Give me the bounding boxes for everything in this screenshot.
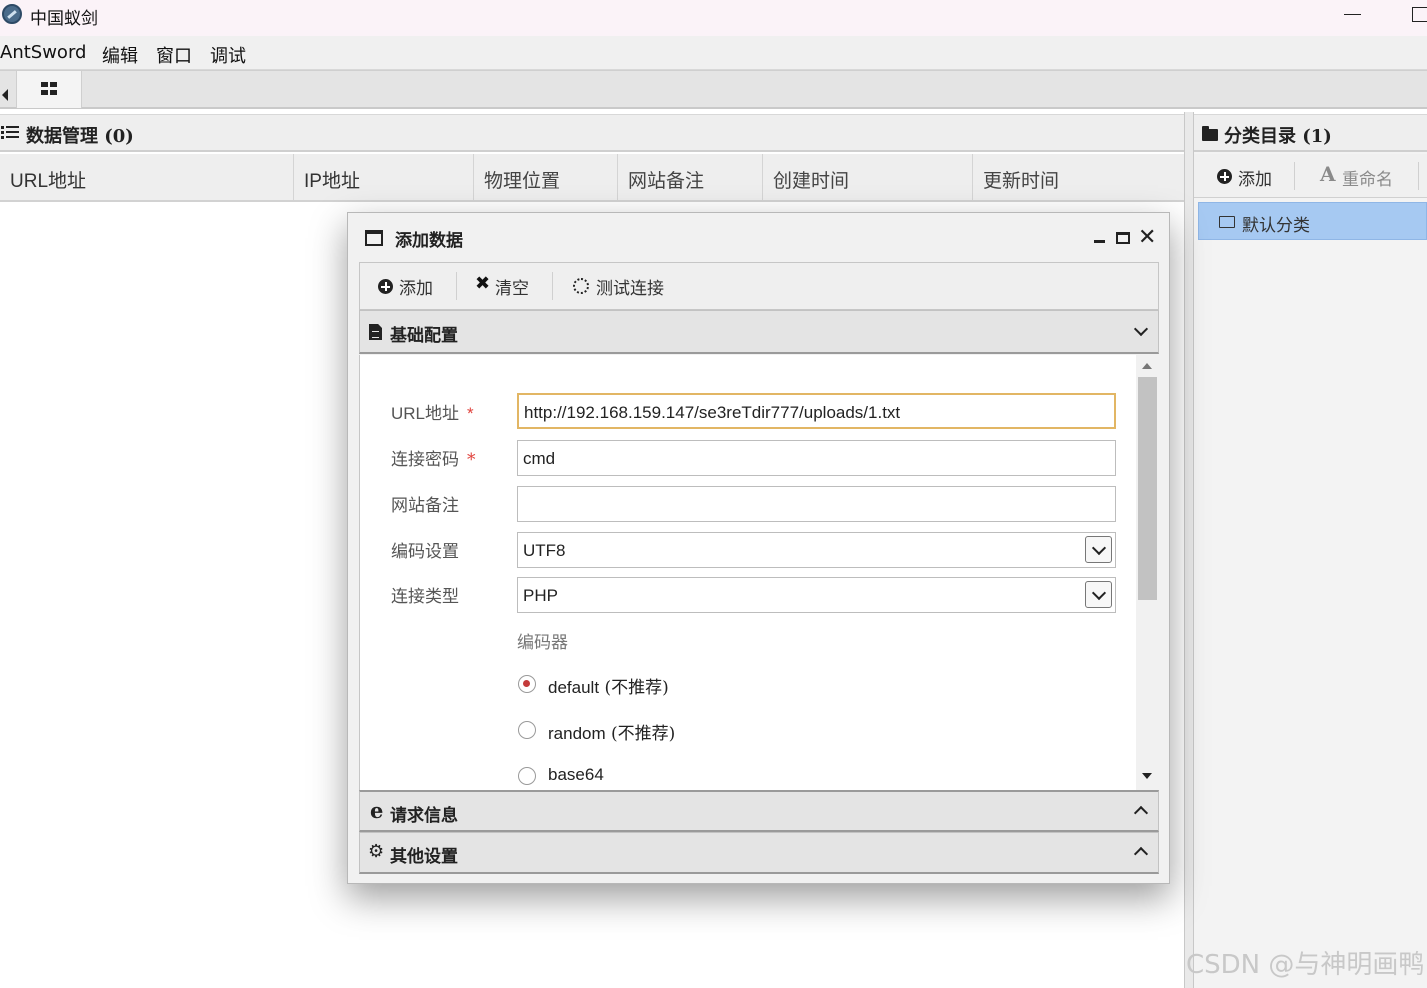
- chevron-down-icon[interactable]: [1085, 581, 1112, 608]
- category-rename-button[interactable]: A 重命名: [1312, 154, 1417, 198]
- dialog-clear-label: 清空: [495, 279, 529, 299]
- data-panel-header: 数据管理 (0): [0, 114, 1185, 152]
- section-request-info[interactable]: e 请求信息: [359, 790, 1159, 832]
- maximize-window-button[interactable]: [1412, 7, 1427, 22]
- menu-edit[interactable]: 编辑: [102, 42, 138, 68]
- note-field[interactable]: [517, 486, 1116, 522]
- file-text-icon: [369, 324, 382, 340]
- dialog-close-button[interactable]: ✕: [1138, 225, 1156, 250]
- tab-home[interactable]: [16, 71, 82, 108]
- encoder-random-radio[interactable]: [518, 721, 536, 739]
- internet-explorer-icon: e: [370, 798, 384, 823]
- dialog-add-label: 添加: [399, 279, 433, 299]
- title-bar: 中国蚁剑: [0, 0, 1427, 36]
- dialog-toolbar: 添加 ✖ 清空 测试连接: [359, 262, 1159, 310]
- toolbar-divider: [552, 272, 553, 300]
- column-note[interactable]: 网站备注: [618, 154, 763, 200]
- menu-bar: AntSword 编辑 窗口 调试: [0, 36, 1427, 70]
- window-icon: [365, 230, 383, 246]
- minimize-window-button[interactable]: [1344, 4, 1364, 24]
- dialog-clear-button[interactable]: ✖ 清空: [465, 263, 550, 309]
- dialog-minimize-button[interactable]: [1094, 240, 1105, 243]
- tab-strip: [0, 70, 1427, 109]
- category-panel: 分类目录 (1) 添加 A 重命名 默认分类: [1194, 114, 1427, 988]
- connection-type-value: PHP: [523, 586, 558, 605]
- antsword-logo-icon: [2, 4, 22, 24]
- column-created[interactable]: 创建时间: [763, 154, 973, 200]
- basic-config-form: URL地址 * http://192.168.159.147/se3reTdir7…: [359, 355, 1159, 790]
- plus-circle-icon: [1217, 169, 1232, 184]
- add-data-dialog: 添加数据 ✕ 添加 ✖ 清空 测试连接 基础配置 URL地址 * http://1…: [347, 212, 1170, 884]
- category-item-label: 默认分类: [1242, 216, 1310, 236]
- encoder-random-label[interactable]: random (不推荐): [548, 719, 675, 744]
- chevron-up-icon: [1133, 805, 1149, 821]
- toolbar-divider: [456, 272, 457, 300]
- dialog-title: 添加数据: [395, 231, 463, 251]
- table-header: URL地址 IP地址 物理位置 网站备注 创建时间 更新时间: [0, 154, 1185, 202]
- window-title: 中国蚁剑: [30, 9, 98, 29]
- category-item-default[interactable]: 默认分类: [1198, 202, 1427, 240]
- form-scrollbar[interactable]: [1136, 355, 1159, 790]
- chevron-down-icon: [1133, 321, 1149, 337]
- toolbar-divider: [1418, 162, 1419, 190]
- section-request-title: 请求信息: [390, 806, 458, 826]
- category-toolbar: 添加 A 重命名: [1194, 154, 1427, 198]
- column-ip[interactable]: IP地址: [294, 154, 474, 200]
- category-add-button[interactable]: 添加: [1208, 154, 1294, 198]
- encoder-label: 编码器: [517, 633, 568, 653]
- chevron-up-icon: [1133, 846, 1149, 862]
- section-basic-title: 基础配置: [390, 326, 458, 346]
- test-connection-button[interactable]: 测试连接: [560, 263, 680, 309]
- category-panel-header: 分类目录 (1): [1194, 114, 1427, 152]
- cogs-icon: ⚙: [368, 841, 385, 862]
- category-panel-title: 分类目录 (1): [1224, 126, 1332, 147]
- plus-circle-icon: [378, 279, 393, 294]
- encoding-label: 编码设置: [391, 542, 459, 562]
- category-rename-label: 重命名: [1342, 170, 1393, 190]
- encoding-select-value: UTF8: [523, 541, 566, 560]
- password-label: 连接密码 *: [391, 450, 476, 470]
- encoder-base64-label[interactable]: base64: [548, 765, 604, 785]
- panel-splitter[interactable]: [1184, 112, 1194, 988]
- password-field[interactable]: cmd: [517, 440, 1116, 476]
- watermark: CSDN @与神明画鸭: [1186, 950, 1425, 980]
- dialog-maximize-button[interactable]: [1116, 232, 1130, 244]
- font-icon: A: [1320, 162, 1336, 186]
- url-label: URL地址 *: [391, 404, 474, 423]
- folder-icon: [1202, 126, 1218, 141]
- grid-icon: [41, 82, 58, 96]
- scroll-up-icon[interactable]: [1142, 363, 1152, 369]
- menu-antsword[interactable]: AntSword: [0, 42, 86, 63]
- encoder-default-label[interactable]: default (不推荐): [548, 673, 669, 698]
- column-location[interactable]: 物理位置: [474, 154, 618, 200]
- tab-scroll-left-icon[interactable]: [2, 89, 8, 101]
- url-field[interactable]: http://192.168.159.147/se3reTdir777/uplo…: [517, 393, 1116, 429]
- section-basic-config[interactable]: 基础配置: [359, 310, 1159, 354]
- column-url[interactable]: URL地址: [0, 154, 294, 200]
- column-updated[interactable]: 更新时间: [973, 154, 1185, 200]
- type-label: 连接类型: [391, 587, 459, 607]
- chevron-down-icon[interactable]: [1085, 536, 1112, 563]
- spinner-icon: [573, 278, 589, 294]
- connection-type-select[interactable]: PHP: [517, 577, 1116, 613]
- encoder-base64-radio[interactable]: [518, 767, 536, 785]
- encoding-select[interactable]: UTF8: [517, 532, 1116, 568]
- menu-window[interactable]: 窗口: [156, 42, 192, 68]
- list-icon: [1, 126, 19, 140]
- scroll-thumb[interactable]: [1138, 377, 1157, 600]
- folder-open-icon: [1219, 216, 1235, 228]
- scroll-down-icon[interactable]: [1142, 773, 1152, 779]
- encoder-default-radio[interactable]: [518, 675, 536, 693]
- dialog-title-bar[interactable]: 添加数据 ✕: [348, 213, 1169, 261]
- category-add-label: 添加: [1238, 170, 1272, 190]
- note-label: 网站备注: [391, 496, 459, 516]
- toolbar-divider: [1294, 162, 1295, 190]
- section-other-settings[interactable]: ⚙ 其他设置: [359, 832, 1159, 874]
- test-connection-label: 测试连接: [596, 279, 664, 299]
- section-other-title: 其他设置: [390, 847, 458, 867]
- times-icon: ✖: [475, 273, 491, 294]
- menu-debug[interactable]: 调试: [210, 42, 246, 68]
- data-panel-title: 数据管理 (0): [26, 126, 134, 147]
- dialog-add-button[interactable]: 添加: [368, 263, 456, 309]
